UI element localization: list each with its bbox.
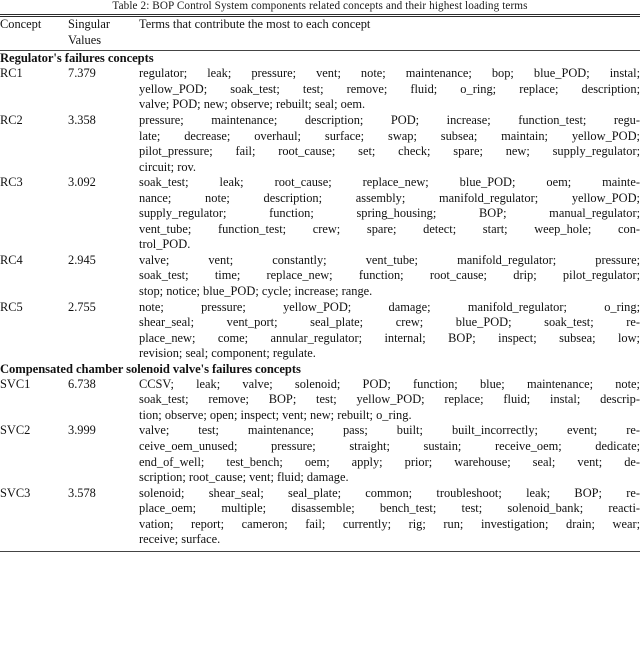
- terms-line: solenoid; shear_seal; seal_plate; common…: [139, 485, 640, 500]
- terms-line: stop; notice; blue_POD; cycle; increase;…: [139, 284, 373, 299]
- terms-line: receive; surface.: [139, 532, 221, 547]
- terms-line: revision; seal; component; regulate.: [139, 346, 316, 361]
- terms-line: pilot_pressure; fail; root_cause; set; c…: [139, 144, 640, 159]
- section-header-row: Regulator's failures concepts: [0, 51, 640, 66]
- terms-line: regulator; leak; pressure; vent; note; m…: [139, 66, 640, 81]
- table-row: RC5 2.755 note; pressure; yellow_POD; dama…: [0, 300, 640, 362]
- singular-value: 3.358: [68, 113, 96, 128]
- singular-value: 2.755: [68, 299, 96, 314]
- header-singular-values-line2: Values: [68, 32, 102, 47]
- section-title: Regulator's failures concepts: [0, 51, 154, 66]
- terms-line: place_oem; multiple; disassemble; bench_…: [139, 501, 640, 516]
- terms-line: shear_seal; vent_port; seal_plate; crew;…: [139, 315, 640, 330]
- table-row: SVC1 6.738 CCSV; leak; valve; solenoid; PO…: [0, 377, 640, 424]
- table-bottom-rule: [0, 550, 640, 552]
- terms-line: late; decrease; overhaul; surface; swap;…: [139, 128, 640, 143]
- header-singular-values: Singular Values: [68, 17, 139, 48]
- header-row: Concept Singular Values Terms that contr…: [0, 17, 640, 48]
- terms-line: vation; report; cameron; fail; currently…: [139, 516, 640, 531]
- concept-label: RC4: [0, 252, 23, 267]
- terms-line: tion; observe; open; inspect; vent; new;…: [139, 407, 412, 422]
- terms-list: soak_test; leak; root_cause; replace_new…: [139, 175, 640, 253]
- terms-line: valve; POD; new; observe; rebuilt; seal;…: [139, 97, 366, 112]
- terms-list: CCSV; leak; valve; solenoid; POD; functi…: [139, 377, 640, 424]
- terms-line: pressure; maintenance; description; POD;…: [139, 113, 640, 128]
- table-row: RC1 7.379 regulator; leak; pressure; vent;…: [0, 66, 640, 113]
- terms-line: trol_POD.: [139, 237, 191, 252]
- terms-line: vent_tube; function_test; crew; spare; d…: [139, 221, 640, 236]
- terms-line: place_new; come; annular_regulator; inte…: [139, 330, 640, 345]
- singular-value: 2.945: [68, 252, 96, 267]
- terms-line: soak_test; time; replace_new; function; …: [139, 268, 640, 283]
- terms-line: nance; note; description; assembly; mani…: [139, 190, 640, 205]
- singular-value: 3.092: [68, 175, 96, 190]
- terms-line: CCSV; leak; valve; solenoid; POD; functi…: [139, 376, 640, 391]
- terms-list: regulator; leak; pressure; vent; note; m…: [139, 66, 640, 113]
- table-container: Table 2: BOP Control System components r…: [0, 0, 640, 666]
- table-row: RC3 3.092 soak_test; leak; root_cause; rep…: [0, 175, 640, 253]
- terms-list: solenoid; shear_seal; seal_plate; common…: [139, 486, 640, 548]
- terms-line: scription; root_cause; vent; fluid; dama…: [139, 470, 349, 485]
- header-singular-values-line1: Singular: [68, 17, 110, 32]
- concept-label: SVC1: [0, 376, 31, 391]
- table-caption: Table 2: BOP Control System components r…: [112, 0, 528, 12]
- terms-line: yellow_POD; soak_test; test; remove; flu…: [139, 81, 640, 96]
- concept-label: SVC3: [0, 485, 31, 500]
- terms-line: valve; test; maintenance; pass; built; b…: [139, 423, 640, 438]
- table-top-rule: [0, 14, 640, 15]
- table-row: SVC3 3.578 solenoid; shear_seal; seal_plat…: [0, 486, 640, 548]
- singular-value: 3.578: [68, 485, 96, 500]
- singular-value: 3.999: [68, 423, 96, 438]
- terms-list: valve; test; maintenance; pass; built; b…: [139, 423, 640, 485]
- singular-value: 6.738: [68, 376, 96, 391]
- concept-label: SVC2: [0, 423, 31, 438]
- terms-line: valve; vent; constantly; vent_tube; mani…: [139, 252, 640, 267]
- terms-line: supply_regulator; function; spring_housi…: [139, 206, 640, 221]
- concept-label: RC1: [0, 66, 23, 81]
- concept-label: RC2: [0, 113, 23, 128]
- concept-label: RC5: [0, 299, 23, 314]
- terms-line: circuit; rov.: [139, 159, 196, 174]
- table-row: RC2 3.358 pressure; maintenance; descripti…: [0, 113, 640, 175]
- table-row: SVC2 3.999 valve; test; maintenance; pass;…: [0, 423, 640, 485]
- concepts-table: Concept Singular Values Terms that contr…: [0, 17, 640, 48]
- terms-list: valve; vent; constantly; vent_tube; mani…: [139, 253, 640, 300]
- terms-line: ceive_oem_unused; pressure; straight; su…: [139, 438, 640, 453]
- header-terms: Terms that contribute the most to each c…: [139, 17, 371, 32]
- terms-line: note; pressure; yellow_POD; damage; mani…: [139, 299, 640, 314]
- terms-list: pressure; maintenance; description; POD;…: [139, 113, 640, 175]
- terms-list: note; pressure; yellow_POD; damage; mani…: [139, 300, 640, 362]
- terms-line: end_of_well; test_bench; oem; apply; pri…: [139, 454, 640, 469]
- table-header: Concept Singular Values Terms that contr…: [0, 17, 640, 48]
- header-concept: Concept: [0, 17, 42, 32]
- singular-value: 7.379: [68, 66, 96, 81]
- terms-line: soak_test; remove; BOP; test; yellow_POD…: [139, 392, 640, 407]
- concepts-table-body: Regulator's failures concepts RC1 7.379 reg…: [0, 51, 640, 547]
- section-title: Compensated chamber solenoid valve's fai…: [0, 361, 301, 376]
- section-header-row: Compensated chamber solenoid valve's fai…: [0, 362, 640, 377]
- terms-line: soak_test; leak; root_cause; replace_new…: [139, 175, 640, 190]
- concept-label: RC3: [0, 175, 23, 190]
- table-body: Regulator's failures concepts RC1 7.379 reg…: [0, 51, 640, 547]
- table-row: RC4 2.945 valve; vent; constantly; vent_tu…: [0, 253, 640, 300]
